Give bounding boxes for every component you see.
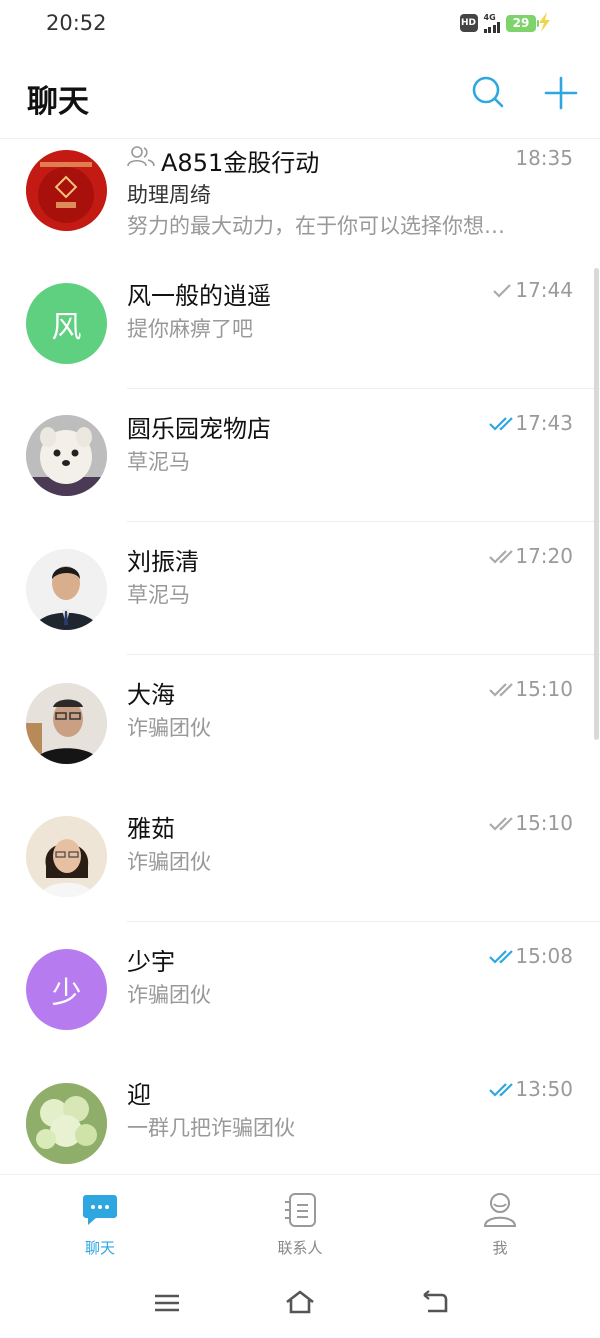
status-bar: 20:52 HD 4G 29 (0, 0, 600, 50)
chat-name: 圆乐园宠物店 (127, 415, 271, 443)
chat-preview: 诈骗团伙 (127, 850, 211, 874)
person-avatar-image (26, 816, 107, 897)
page-title: 聊天 (27, 84, 89, 120)
app-header: 聊天 (0, 50, 600, 139)
chat-name: 迎 (127, 1081, 151, 1109)
status-indicators: HD 4G 29 (459, 12, 539, 33)
read-check-icon (489, 950, 513, 964)
chat-name: 大海 (127, 681, 175, 709)
battery-icon: 29 (506, 14, 539, 32)
avatar-initial: 少 (51, 975, 82, 1011)
chat-time: 17:20 (515, 544, 573, 568)
avatar (26, 1083, 107, 1164)
home-icon[interactable] (284, 1288, 316, 1318)
avatar (26, 415, 107, 496)
charging-bolt-icon (539, 12, 550, 32)
chat-row[interactable]: 少 少宇 诈骗团伙 15:08 (0, 922, 600, 1055)
contacts-book-icon (285, 1193, 316, 1227)
delivered-check-icon (489, 550, 513, 564)
person-icon (483, 1193, 517, 1227)
network-label: 4G (483, 12, 496, 22)
avatar: 风 (26, 283, 107, 364)
avatar (26, 150, 107, 231)
add-icon[interactable] (543, 75, 579, 111)
chat-row[interactable]: 风 风一般的逍遥 提你麻痹了吧 17:44 (0, 256, 600, 389)
chat-time: 15:08 (515, 944, 573, 968)
delivered-check-icon (489, 817, 513, 831)
chat-time: 18:35 (515, 146, 573, 170)
chat-row[interactable]: 迎 一群几把诈骗团伙 13:50 (0, 1055, 600, 1174)
tab-contacts[interactable]: 联系人 (240, 1187, 360, 1263)
read-check-icon (489, 417, 513, 431)
system-navigation-bar (0, 1270, 600, 1338)
back-icon[interactable] (418, 1288, 450, 1318)
avatar (26, 683, 107, 764)
chat-time: 13:50 (515, 1077, 573, 1101)
avatar: 少 (26, 949, 107, 1030)
chat-preview: 草泥马 (127, 583, 190, 607)
bottom-tab-bar: 聊天 联系人 我 (0, 1174, 600, 1270)
menu-icon[interactable] (151, 1288, 183, 1318)
chat-bubble-icon (83, 1195, 117, 1225)
avatar (26, 549, 107, 630)
chat-name: 刘振清 (127, 548, 199, 576)
chat-time: 15:10 (515, 811, 573, 835)
chat-row[interactable]: 雅茹 诈骗团伙 15:10 (0, 789, 600, 922)
chat-preview: 一群几把诈骗团伙 (127, 1116, 295, 1140)
avatar-initial: 风 (51, 309, 82, 345)
chat-preview: 草泥马 (127, 450, 190, 474)
chat-preview: 诈骗团伙 (127, 983, 211, 1007)
chat-sender: 助理周绮 (127, 183, 211, 207)
sent-check-icon (493, 284, 511, 298)
tab-label: 我 (492, 1239, 508, 1257)
chat-row[interactable]: 大海 诈骗团伙 15:10 (0, 655, 600, 788)
chat-list: A851金股行动 助理周绮 努力的最大动力，在于你可以选择你想… 18:35 风… (0, 139, 600, 1174)
signal-icon: 4G (483, 12, 500, 33)
read-check-icon (489, 1083, 513, 1097)
chat-name: 少宇 (127, 948, 175, 976)
search-icon[interactable] (470, 75, 506, 111)
tab-label: 聊天 (84, 1239, 115, 1257)
chat-preview: 努力的最大动力，在于你可以选择你想… (127, 214, 505, 238)
tab-label: 联系人 (277, 1239, 323, 1257)
avatar (26, 816, 107, 897)
scrollbar[interactable] (594, 268, 599, 740)
chat-name: A851金股行动 (161, 149, 320, 177)
chat-row[interactable]: 圆乐园宠物店 草泥马 17:43 (0, 389, 600, 522)
tab-me[interactable]: 我 (440, 1187, 560, 1263)
tab-chats[interactable]: 聊天 (40, 1187, 160, 1263)
hd-icon: HD (459, 14, 478, 32)
chat-preview: 诈骗团伙 (127, 716, 211, 740)
flower-avatar-image (26, 1083, 107, 1164)
chat-name: 雅茹 (127, 815, 175, 843)
person-avatar-image (26, 549, 107, 630)
chat-time: 17:43 (515, 411, 573, 435)
person-avatar-image (26, 683, 107, 764)
group-avatar-image (26, 150, 106, 230)
chat-time: 15:10 (515, 677, 573, 701)
status-time: 20:52 (46, 11, 107, 35)
chat-row[interactable]: 刘振清 草泥马 17:20 (0, 522, 600, 655)
chat-name: 风一般的逍遥 (127, 282, 271, 310)
dog-avatar-image (26, 415, 107, 496)
chat-row[interactable]: A851金股行动 助理周绮 努力的最大动力，在于你可以选择你想… 18:35 (0, 139, 600, 253)
chat-preview: 提你麻痹了吧 (127, 317, 253, 341)
group-icon (127, 146, 155, 167)
chat-time: 17:44 (515, 278, 573, 302)
delivered-check-icon (489, 683, 513, 697)
